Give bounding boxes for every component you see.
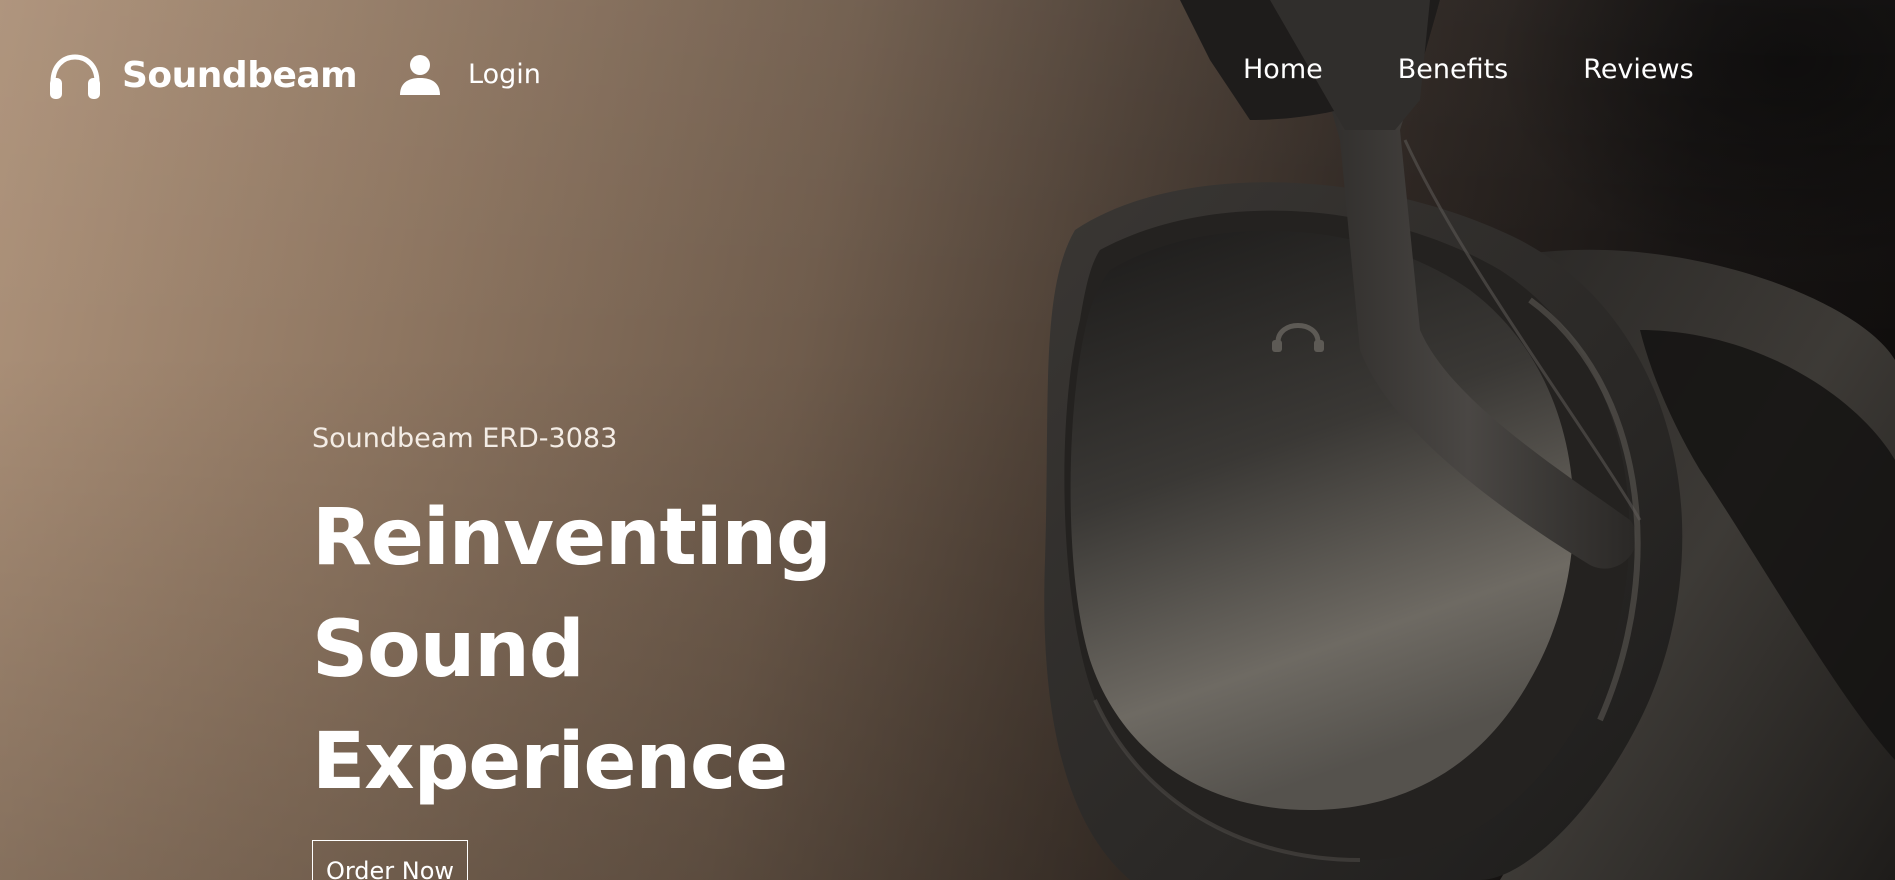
headline-line-2: Sound Experience — [312, 605, 788, 807]
user-icon — [398, 54, 442, 96]
hero-section: Soundbeam Login Home Benefits Reviews So… — [0, 0, 1895, 880]
nav-link-reviews[interactable]: Reviews — [1583, 50, 1693, 90]
login-link[interactable]: Login — [398, 54, 541, 96]
nav-link-home[interactable]: Home — [1243, 50, 1323, 90]
hero-headline: Reinventing Sound Experience — [312, 482, 1072, 818]
hero-copy: Soundbeam ERD-3083 Reinventing Sound Exp… — [312, 418, 1072, 880]
nav-link-benefits[interactable]: Benefits — [1398, 50, 1509, 90]
site-header: Soundbeam Login Home Benefits Reviews — [0, 0, 1895, 150]
login-label: Login — [468, 59, 541, 90]
brand-logo-link[interactable]: Soundbeam — [48, 52, 358, 100]
order-now-button[interactable]: Order Now — [312, 840, 468, 880]
product-model-label: Soundbeam ERD-3083 — [312, 423, 618, 454]
main-nav: Home Benefits Reviews — [1243, 50, 1694, 90]
brand-name: Soundbeam — [122, 55, 358, 96]
headphones-icon — [48, 52, 102, 100]
headline-line-1: Reinventing — [312, 493, 832, 583]
